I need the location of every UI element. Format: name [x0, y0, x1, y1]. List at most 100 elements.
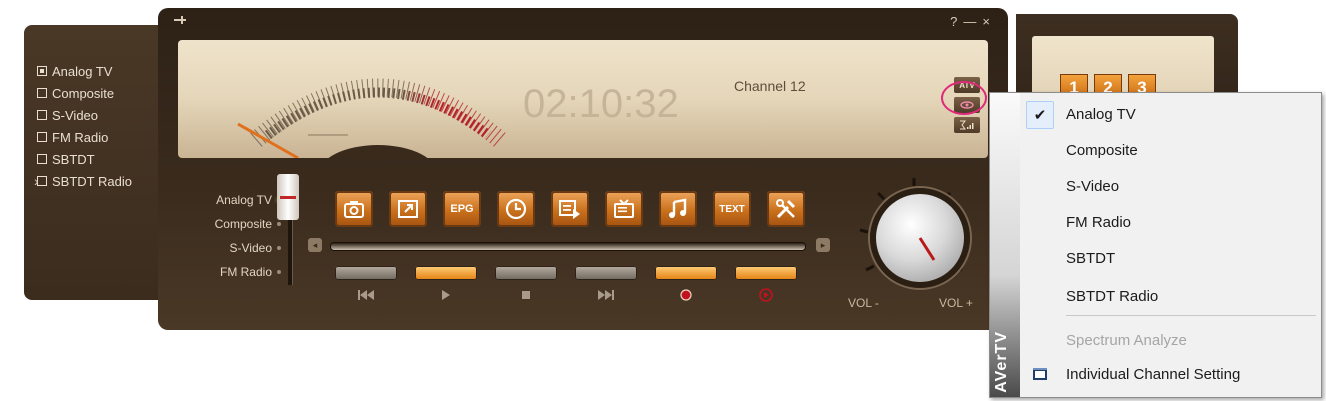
fullscreen-button[interactable]: [389, 191, 427, 227]
previous-button[interactable]: [335, 266, 397, 302]
indicator-dot-icon: [277, 222, 281, 226]
source-context-menu: AVerTV ✔ Analog TV Composite S-Video FM …: [989, 92, 1322, 398]
menu-item-composite[interactable]: Composite: [1024, 135, 1318, 165]
pin-icon[interactable]: [173, 14, 187, 28]
button-bar: [655, 266, 717, 280]
source-item-fm-radio[interactable]: FM Radio: [37, 126, 132, 148]
volume-knob[interactable]: [870, 188, 970, 288]
next-button[interactable]: [575, 266, 637, 302]
menu-item-individual-channel-setting[interactable]: Individual Channel Setting: [1024, 359, 1318, 389]
tv-button[interactable]: [605, 191, 643, 227]
menu-item-analog-tv[interactable]: ✔ Analog TV: [1024, 99, 1318, 129]
menu-item-label: S-Video: [1066, 177, 1120, 195]
teletext-button[interactable]: TEXT: [713, 191, 751, 227]
minimize-button[interactable]: —: [963, 14, 982, 29]
epg-button[interactable]: EPG: [443, 191, 481, 227]
highlight-ring: [941, 81, 987, 115]
channel-label: Channel 12: [734, 78, 806, 94]
signal-icon: [960, 120, 974, 130]
checkbox-icon: [37, 154, 47, 164]
seek-forward-icon[interactable]: ▸: [816, 238, 830, 252]
button-bar: [335, 266, 397, 280]
menu-separator: [1066, 315, 1316, 316]
menu-item-sbtdt-radio[interactable]: SBTDT Radio: [1024, 281, 1318, 311]
vu-meter-icon: [237, 78, 506, 158]
fullscreen-icon: [398, 200, 418, 218]
button-bar: [575, 266, 637, 280]
source-item-sbtdt[interactable]: SBTDT: [37, 148, 132, 170]
clock-icon: [505, 198, 527, 220]
snapshot-button[interactable]: [335, 191, 373, 227]
timeshift-button[interactable]: [735, 266, 797, 302]
seek-track[interactable]: [330, 242, 806, 251]
input-selector: Analog TV Composite S-Video FM Radio: [173, 188, 281, 284]
settings-icon: [776, 199, 796, 219]
schedule-button[interactable]: [497, 191, 535, 227]
input-fm-radio[interactable]: FM Radio: [173, 260, 281, 284]
checkbox-icon: [37, 110, 47, 120]
previous-icon: [358, 290, 374, 300]
check-icon: ✔: [1026, 101, 1054, 129]
input-label: Composite: [214, 217, 272, 231]
source-list: Analog TV Composite S-Video FM Radio SBT…: [37, 60, 132, 192]
button-bar: [495, 266, 557, 280]
menu-item-s-video[interactable]: S-Video: [1024, 171, 1318, 201]
close-button[interactable]: ×: [982, 14, 996, 29]
signal-button[interactable]: [954, 117, 980, 133]
play-button[interactable]: [415, 266, 477, 302]
button-bar: [415, 266, 477, 280]
indicator-dot-icon: [277, 270, 281, 274]
volume-up-button[interactable]: VOL +: [939, 296, 973, 310]
input-composite[interactable]: Composite: [173, 212, 281, 236]
input-slider-handle[interactable]: [277, 174, 299, 220]
checkbox-icon: [37, 88, 47, 98]
input-s-video[interactable]: S-Video: [173, 236, 281, 260]
music-button[interactable]: [659, 191, 697, 227]
seek-back-icon[interactable]: ◂: [308, 238, 322, 252]
input-label: Analog TV: [216, 193, 272, 207]
collapse-arrow-icon[interactable]: ›: [34, 173, 39, 189]
menu-item-sbtdt[interactable]: SBTDT: [1024, 243, 1318, 273]
source-panel: Analog TV Composite S-Video FM Radio SBT…: [24, 25, 170, 300]
source-item-sbtdt-radio[interactable]: SBTDT Radio: [37, 170, 132, 192]
record-icon: [680, 289, 692, 301]
lcd-display: 02:10:32 Channel 12 ATV: [178, 40, 988, 158]
menu-item-label: SBTDT: [1066, 249, 1116, 267]
menu-item-label: Analog TV: [1066, 105, 1136, 123]
stop-button[interactable]: [495, 266, 557, 302]
volume-down-button[interactable]: VOL -: [848, 296, 879, 310]
button-bar: [735, 266, 797, 280]
transport-controls: [335, 266, 797, 302]
play-icon: [442, 290, 450, 300]
source-item-label: Analog TV: [52, 63, 113, 79]
menu-item-label: Individual Channel Setting: [1066, 365, 1241, 383]
recording-list-button[interactable]: [551, 191, 589, 227]
source-item-label: Composite: [52, 85, 115, 101]
input-analog-tv[interactable]: Analog TV: [173, 188, 281, 212]
source-item-label: FM Radio: [52, 129, 109, 145]
menu-item-label: Spectrum Analyze: [1066, 331, 1187, 349]
text-label: TEXT: [719, 203, 745, 215]
knob-pointer-icon: [918, 237, 936, 261]
source-item-s-video[interactable]: S-Video: [37, 104, 132, 126]
next-icon: [598, 290, 614, 300]
source-item-label: SBTDT Radio: [52, 173, 132, 189]
record-button[interactable]: [655, 266, 717, 302]
timeshift-icon: [759, 288, 773, 302]
source-item-label: SBTDT: [52, 151, 95, 167]
source-item-analog-tv[interactable]: Analog TV: [37, 60, 132, 82]
music-icon: [669, 198, 687, 218]
window-controls: ?—×: [950, 14, 996, 29]
input-label: FM Radio: [219, 265, 272, 279]
menu-item-label: FM Radio: [1066, 213, 1132, 231]
tv-icon: [614, 199, 634, 218]
recording-list-icon: [559, 200, 580, 219]
source-item-composite[interactable]: Composite: [37, 82, 132, 104]
time-display: 02:10:32: [523, 82, 679, 126]
camera-icon: [344, 201, 364, 218]
settings-button[interactable]: [767, 191, 805, 227]
menu-item-fm-radio[interactable]: FM Radio: [1024, 207, 1318, 237]
volume-control: VOL - VOL +: [848, 178, 988, 318]
menu-brand-strip: AVerTV: [990, 93, 1020, 397]
help-button[interactable]: ?: [950, 14, 963, 29]
